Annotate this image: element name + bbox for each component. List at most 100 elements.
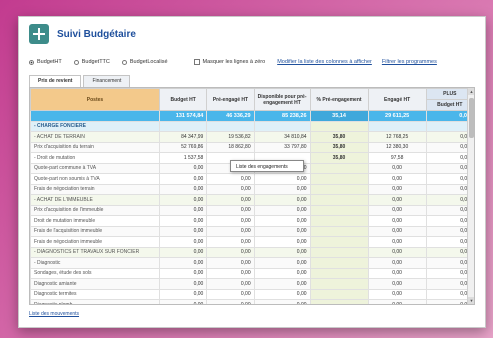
cell-engage-ht: 0,00 xyxy=(367,257,427,269)
row-label: - Droit de mutation xyxy=(30,152,161,164)
row-label: - Diagnostic xyxy=(30,257,161,269)
radio-checked-icon[interactable] xyxy=(29,59,34,65)
cell-pre-engage-ht: 0,00 xyxy=(206,288,255,300)
radio-budget-localise[interactable]: BudgetLocalisé xyxy=(121,59,168,65)
table-row[interactable]: Sondages, étude des sols 0,00 0,00 0,00 0,00… xyxy=(30,267,474,279)
budget-table: Postes Budget HT Pré-engagé HT Disponibl… xyxy=(30,88,474,304)
radio-unchecked-icon[interactable] xyxy=(121,59,127,65)
table-row[interactable]: - CHARGE FONCIERE xyxy=(30,120,474,132)
cell-engage-ht: 12 380,30 xyxy=(367,141,427,153)
filter-programs-link[interactable]: Filtrer les programmes xyxy=(382,59,437,65)
cell-engage-ht: 0,00 xyxy=(367,173,427,185)
checkbox-icon[interactable] xyxy=(193,59,200,65)
table-row[interactable]: Diagnostic termites 0,00 0,00 0,00 0,00 0,00 xyxy=(30,288,474,300)
cell-pct-pre-engagement xyxy=(309,236,369,248)
cell-budget-ht xyxy=(159,120,208,132)
cell-budget-ht: 0,00 xyxy=(159,267,208,279)
table-row[interactable]: Droit de mutation immeuble 0,00 0,00 0,00 0,… xyxy=(30,215,474,227)
cell-budget-ht: 1 537,58 xyxy=(159,152,208,164)
scroll-up-arrow-icon[interactable]: ▲ xyxy=(468,88,474,95)
column-header-pre-engage-ht[interactable]: Pré-engagé HT xyxy=(206,88,255,111)
cell-pre-engage-ht: 0,00 xyxy=(206,215,255,227)
table-row[interactable]: - ACHAT DE TERRAIN 84 347,99 19 536,82 34 8… xyxy=(30,131,474,143)
cell-engage-ht: 0,00 xyxy=(367,204,427,216)
grid-body: 131 574,84 46 336,29 85 238,26 35,14 29 … xyxy=(30,110,474,304)
table-row[interactable]: - ACHAT DE L'IMMEUBLE 0,00 0,00 0,00 0,00 0,0… xyxy=(30,194,474,206)
liste-mouvements-link[interactable]: Liste des mouvements xyxy=(29,311,79,317)
column-header-budget-ht[interactable]: Budget HT xyxy=(159,88,208,111)
cell-budget-ht: 0,00 xyxy=(159,278,208,290)
context-menu-item[interactable]: Liste des engagements xyxy=(236,164,288,170)
table-row[interactable]: - DIAGNOSTICS ET TRAVAUX SUR FONCIER 0,00… xyxy=(30,246,474,258)
scroll-thumb[interactable] xyxy=(469,98,474,138)
cell-disponible: 0,00 xyxy=(253,257,311,269)
cell-pct-pre-engagement xyxy=(309,173,369,185)
row-label: - ACHAT DE TERRAIN xyxy=(30,131,161,143)
column-header-pct-pre-engagement[interactable]: % Pré-engagement xyxy=(309,88,369,111)
cell-engage-ht: 0,00 xyxy=(367,162,427,174)
cell-budget-ht: 0,00 xyxy=(159,173,208,185)
cell-disponible: 0,00 xyxy=(253,183,311,195)
total-row[interactable]: 131 574,84 46 336,29 85 238,26 35,14 29 … xyxy=(30,110,474,122)
cell-pct-pre-engagement xyxy=(309,162,369,174)
table-row[interactable]: - Diagnostic 0,00 0,00 0,00 0,00 0,00 xyxy=(30,257,474,269)
radio-label: BudgetHT xyxy=(37,59,62,65)
title-bar: Suivi Budgétaire xyxy=(19,17,485,51)
vertical-scrollbar[interactable]: ▲ ▼ xyxy=(467,88,474,304)
table-row[interactable]: Diagnostic plomb 0,00 0,00 0,00 0,00 0,00 xyxy=(30,299,474,304)
total-disponible: 85 238,26 xyxy=(253,110,311,122)
total-pct-pre-engagement: 35,14 xyxy=(309,110,369,122)
tab-prix-de-revient[interactable]: Prix de revient xyxy=(29,75,82,87)
cell-budget-ht: 0,00 xyxy=(159,236,208,248)
hide-zero-lines-checkbox[interactable]: Masquer les lignes à zéro xyxy=(193,59,266,65)
cell-budget-ht: 52 769,86 xyxy=(159,141,208,153)
cell-pct-pre-engagement xyxy=(309,299,369,304)
hide-zero-lines-label: Masquer les lignes à zéro xyxy=(202,59,266,65)
cell-engage-ht: 0,00 xyxy=(367,215,427,227)
table-row[interactable]: Frais de négociation immeuble 0,00 0,00 0,0… xyxy=(30,236,474,248)
table-row[interactable]: Frais de négociation terrain 0,00 0,00 0,00… xyxy=(30,183,474,195)
table-row[interactable]: Prix d'acquisition de l'immeuble 0,00 0,00… xyxy=(30,204,474,216)
table-row[interactable]: Diagnostic amiante 0,00 0,00 0,00 0,00 0,00 xyxy=(30,278,474,290)
cell-disponible: 33 797,80 xyxy=(253,141,311,153)
radio-label: BudgetLocalisé xyxy=(129,59,168,65)
radio-unchecked-icon[interactable] xyxy=(73,59,79,65)
cell-pct-pre-engagement: 35,80 xyxy=(309,131,369,143)
cell-budget-ht: 0,00 xyxy=(159,257,208,269)
cell-pct-pre-engagement xyxy=(309,257,369,269)
cell-engage-ht: 0,00 xyxy=(367,225,427,237)
scroll-down-arrow-icon[interactable]: ▼ xyxy=(468,297,474,304)
cell-engage-ht: 0,00 xyxy=(367,246,427,258)
column-header-disponible[interactable]: Disponible pour pré-engagement HT xyxy=(253,88,311,111)
row-label: Diagnostic amiante xyxy=(30,278,161,290)
cell-pct-pre-engagement xyxy=(309,204,369,216)
radio-budget-ht[interactable]: BudgetHT xyxy=(29,59,62,65)
row-label: Frais de l'acquisition immeuble xyxy=(30,225,161,237)
row-label: Quote-part commune à TVA xyxy=(30,162,161,174)
table-row[interactable]: Prix d'acquisition du terrain 52 769,86 18… xyxy=(30,141,474,153)
cell-disponible: 0,00 xyxy=(253,236,311,248)
cell-engage-ht: 12 768,25 xyxy=(367,131,427,143)
cell-pre-engage-ht: 0,00 xyxy=(206,278,255,290)
cell-pre-engage-ht: 0,00 xyxy=(206,194,255,206)
column-header-postes[interactable]: Postes xyxy=(30,88,161,111)
column-header-engage-ht[interactable]: Engagé HT xyxy=(367,88,427,111)
cell-pct-pre-engagement xyxy=(309,215,369,227)
cell-budget-ht: 0,00 xyxy=(159,183,208,195)
table-row[interactable]: Frais de l'acquisition immeuble 0,00 0,00 0… xyxy=(30,225,474,237)
cell-engage-ht: 0,00 xyxy=(367,267,427,279)
table-row[interactable]: Quote-part non soumis à TVA 0,00 0,00 0,00 0… xyxy=(30,173,474,185)
tab-financement[interactable]: Financement xyxy=(83,75,131,87)
cell-pre-engage-ht: 0,00 xyxy=(206,267,255,279)
radio-budget-ttc[interactable]: BudgetTTC xyxy=(73,59,110,65)
cell-pre-engage-ht: 0,00 xyxy=(206,173,255,185)
cell-disponible: 0,00 xyxy=(253,204,311,216)
cell-disponible: 0,00 xyxy=(253,267,311,279)
cell-pct-pre-engagement xyxy=(309,288,369,300)
radio-label: BudgetTTC xyxy=(81,59,110,65)
modify-columns-link[interactable]: Modifier la liste des colonnes à affiche… xyxy=(277,59,372,65)
row-label: Frais de négociation terrain xyxy=(30,183,161,195)
context-menu-liste-engagements[interactable]: Liste des engagements xyxy=(230,160,304,172)
cell-disponible: 0,00 xyxy=(253,299,311,304)
row-label: - CHARGE FONCIERE xyxy=(30,120,161,132)
